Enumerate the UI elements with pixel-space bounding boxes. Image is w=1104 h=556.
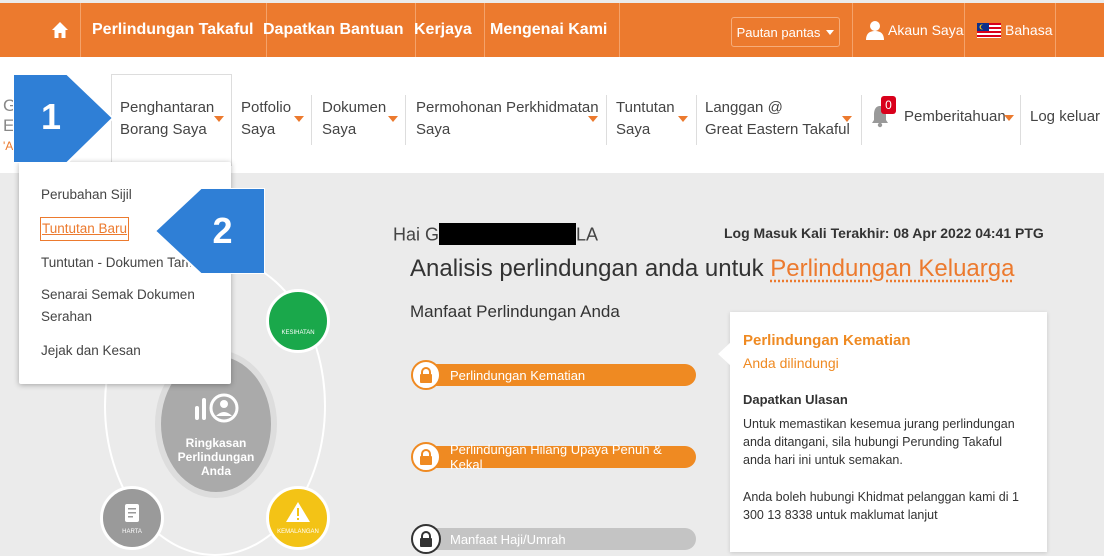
language-selector[interactable]: Bahasa — [977, 3, 1052, 57]
document-icon — [124, 503, 140, 523]
user-icon — [866, 20, 884, 40]
quick-links-label: Pautan pantas — [737, 25, 821, 40]
chevron-down-icon — [826, 30, 834, 35]
notifications-menu[interactable]: 0 Pemberitahuan — [871, 96, 1019, 140]
nav-langgan[interactable]: Langgan @ Great Eastern Takaful — [705, 97, 850, 141]
health-circle[interactable]: KESIHATAN — [266, 289, 330, 353]
callout-step-1-label: 1 — [26, 96, 76, 138]
card-title: Perlindungan Kematian — [743, 332, 911, 349]
coverage-info-card: Perlindungan Kematian Anda dilindungi Da… — [730, 312, 1047, 552]
nav-dokumen[interactable]: Dokumen Saya — [322, 97, 386, 141]
disability-protection-bar[interactable]: Perlindungan Hilang Upaya Penuh & Kekal — [414, 446, 696, 468]
chevron-down-icon — [294, 116, 304, 122]
account-link[interactable]: Akaun Saya — [866, 3, 964, 57]
last-login: Log Masuk Kali Terakhir: 08 Apr 2022 04:… — [724, 225, 1044, 241]
nav-perlindungan-takaful[interactable]: Perlindungan Takaful — [80, 3, 267, 57]
moon-icon — [287, 298, 309, 324]
chevron-down-icon — [678, 116, 688, 122]
chevron-down-icon — [388, 116, 398, 122]
home-button[interactable] — [40, 3, 81, 57]
nav-dapatkan-bantuan[interactable]: Dapatkan Bantuan — [251, 3, 416, 57]
top-navigation-bar: Perlindungan Takaful Dapatkan Bantuan Ke… — [0, 3, 1104, 57]
chevron-down-icon — [214, 116, 224, 122]
card-status: Anda dilindungi — [743, 355, 839, 371]
nav-mengenai-kami[interactable]: Mengenai Kami — [478, 3, 620, 57]
logout-link[interactable]: Log keluar — [1030, 108, 1100, 125]
card-paragraph-2: Anda boleh hubungi Khidmat pelanggan kam… — [743, 488, 1033, 524]
menu-item-senarai-semak[interactable]: Senarai Semak Dokumen Serahan — [41, 284, 211, 328]
lock-icon — [411, 524, 441, 554]
quick-links-select[interactable]: Pautan pantas — [731, 17, 840, 47]
home-icon — [51, 21, 69, 39]
chevron-down-icon — [1004, 115, 1014, 121]
notification-count-badge: 0 — [881, 96, 896, 114]
benefits-title: Manfaat Perlindungan Anda — [410, 302, 620, 322]
nav-tuntutan[interactable]: Tuntutan Saya — [616, 97, 675, 141]
hajj-benefit-bar[interactable]: Manfaat Haji/Umrah — [414, 528, 696, 550]
nav-penghantaran-borang[interactable]: Penghantaran Borang Saya — [120, 97, 214, 141]
language-label: Bahasa — [1005, 22, 1052, 38]
card-subheading: Dapatkan Ulasan — [743, 392, 848, 407]
flag-icon — [977, 23, 1001, 38]
accident-circle[interactable]: KEMALANGAN — [266, 486, 330, 550]
lock-icon — [411, 360, 441, 390]
chevron-down-icon — [588, 116, 598, 122]
chart-icon — [193, 392, 241, 424]
redacted-name — [439, 223, 576, 245]
analysis-heading: Analisis perlindungan anda untuk Perlind… — [410, 255, 1014, 283]
nav-potfolio[interactable]: Potfolio Saya — [241, 97, 291, 141]
menu-item-tuntutan-baru[interactable]: Tuntutan Baru — [41, 218, 128, 240]
menu-item-perubahan-sijil[interactable]: Perubahan Sijil — [41, 184, 132, 206]
callout-step-2-label: 2 — [195, 210, 250, 252]
card-paragraph-1: Untuk memastikan kesemua jurang perlindu… — [743, 415, 1033, 469]
lock-icon — [411, 442, 441, 472]
greeting: Hai G LA — [393, 223, 598, 248]
nav-kerjaya[interactable]: Kerjaya — [402, 3, 485, 57]
notifications-label: Pemberitahuan — [904, 108, 1006, 125]
card-pointer — [718, 342, 731, 366]
chevron-down-icon — [842, 116, 852, 122]
property-circle[interactable]: HARTA — [100, 486, 164, 550]
account-label: Akaun Saya — [888, 22, 964, 38]
menu-item-jejak-dan-kesan[interactable]: Jejak dan Kesan — [41, 340, 141, 362]
death-protection-bar[interactable]: Perlindungan Kematian — [414, 364, 696, 386]
warning-icon — [285, 501, 311, 523]
family-protection-link[interactable]: Perlindungan Keluarga — [770, 255, 1014, 282]
nav-permohonan-perkhidmatan[interactable]: Permohonan Perkhidmatan Saya — [416, 97, 599, 141]
